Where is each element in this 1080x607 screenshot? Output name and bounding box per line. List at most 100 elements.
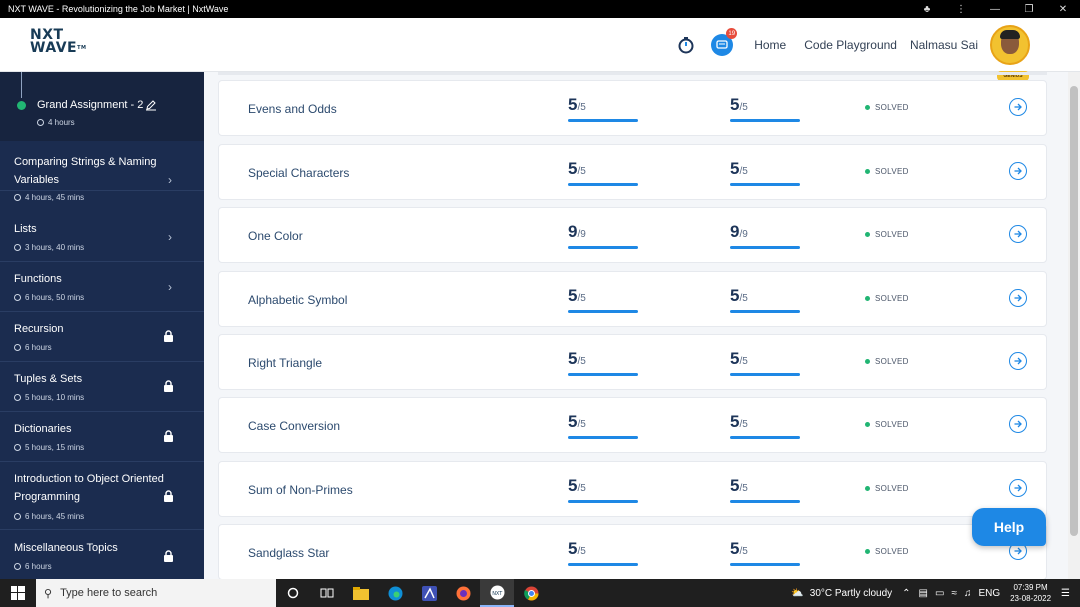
logo-tm: TM	[77, 45, 87, 51]
network-icon[interactable]: ▤	[919, 588, 928, 599]
battery-icon[interactable]: ▭	[935, 588, 944, 599]
question-card[interactable]: Evens and Odds 5/5 5/5 SOLVED	[218, 80, 1047, 136]
chevron-up-icon[interactable]: ⌃	[902, 588, 910, 599]
language-indicator[interactable]: ENG	[978, 588, 1000, 599]
sidebar-item-label: Tuples & Sets	[14, 373, 83, 385]
firefox-icon[interactable]	[446, 579, 480, 607]
user-name[interactable]: Nalmasu Sai	[910, 38, 978, 52]
minimize-icon[interactable]: —	[978, 4, 1012, 15]
best-score-max: /5	[739, 483, 748, 494]
status-text: SOLVED	[875, 230, 909, 239]
score-progress-bar	[568, 183, 638, 186]
sidebar-item-label: Miscellaneous Topics	[14, 542, 118, 554]
avatar[interactable]	[990, 25, 1030, 65]
question-title[interactable]: Right Triangle	[248, 356, 322, 370]
sidebar-item-tuples-sets[interactable]: Tuples & Sets 5 hours, 10 mins	[0, 362, 204, 412]
sidebar-item-intro-oop[interactable]: Introduction to Object Oriented Programm…	[0, 462, 204, 530]
sidebar-item-comparing-strings[interactable]: Comparing Strings & Naming Variables › 4…	[0, 141, 204, 202]
page-scrollbar[interactable]	[1068, 72, 1080, 579]
notifications-icon[interactable]: ☰	[1061, 588, 1070, 599]
sidebar-item-duration: 5 hours, 10 mins	[25, 393, 85, 402]
best-score-display: 5/5	[730, 476, 800, 503]
sidebar-item-grand-assignment-2[interactable]: Grand Assignment - 2 4 hours	[0, 72, 204, 141]
question-card[interactable]: Sandglass Star 5/5 5/5 SOLVED	[218, 524, 1047, 579]
file-explorer-icon[interactable]	[344, 579, 378, 607]
question-card[interactable]: Alphabetic Symbol 5/5 5/5 SOLVED	[218, 271, 1047, 327]
sidebar-item-functions[interactable]: Functions › 6 hours, 50 mins	[0, 262, 204, 312]
status-badge: SOLVED	[865, 167, 909, 176]
open-question-arrow-icon[interactable]	[1009, 352, 1027, 370]
wifi-icon[interactable]: ≈	[951, 588, 957, 599]
windows-start-icon[interactable]	[0, 579, 36, 607]
discussion-icon[interactable]: 19	[709, 28, 738, 58]
lock-icon	[163, 329, 174, 347]
extensions-icon[interactable]: ♣	[910, 4, 944, 15]
chrome-icon[interactable]	[514, 579, 548, 607]
help-button[interactable]: Help	[972, 508, 1046, 546]
open-question-arrow-icon[interactable]	[1009, 98, 1027, 116]
open-question-arrow-icon[interactable]	[1009, 479, 1027, 497]
status-text: SOLVED	[875, 167, 909, 176]
sidebar-item-recursion[interactable]: Recursion 6 hours	[0, 312, 204, 362]
solved-dot-icon	[865, 359, 870, 364]
sidebar-item-label: Introduction to Object Oriented Programm…	[14, 473, 164, 503]
status-badge: SOLVED	[865, 484, 909, 493]
svg-text:NXT: NXT	[492, 591, 503, 597]
question-title[interactable]: Alphabetic Symbol	[248, 293, 347, 307]
question-title[interactable]: Sandglass Star	[248, 546, 329, 560]
editor-app-icon[interactable]	[412, 579, 446, 607]
edge-icon[interactable]	[378, 579, 412, 607]
weather-widget[interactable]: ⛅ 30°C Partly cloudy	[791, 588, 892, 599]
best-score-max: /5	[739, 102, 748, 113]
close-icon[interactable]: ✕	[1046, 4, 1080, 15]
score-progress-bar	[568, 436, 638, 439]
question-title[interactable]: Evens and Odds	[248, 102, 337, 116]
taskbar-search-input[interactable]: ⚲ Type here to search	[36, 579, 276, 607]
score-progress-bar	[568, 373, 638, 376]
task-view-icon[interactable]	[310, 579, 344, 607]
score-max: /5	[577, 546, 586, 557]
best-score-display: 5/5	[730, 539, 800, 566]
nav-home[interactable]: Home	[754, 38, 786, 52]
edit-icon[interactable]	[145, 98, 157, 116]
cortana-icon[interactable]	[276, 579, 310, 607]
weather-text: 30°C Partly cloudy	[809, 587, 893, 599]
question-title[interactable]: Case Conversion	[248, 419, 340, 433]
open-question-arrow-icon[interactable]	[1009, 289, 1027, 307]
nav-code-playground[interactable]: Code Playground	[804, 38, 897, 52]
nxtwave-logo[interactable]: NXT WAVETM	[30, 28, 90, 59]
stopwatch-icon[interactable]	[673, 32, 699, 58]
question-card[interactable]: Sum of Non-Primes 5/5 5/5 SOLVED	[218, 461, 1047, 517]
question-list: Evens and Odds 5/5 5/5 SOLVED Special Charac…	[204, 72, 1068, 579]
score-max: /5	[577, 293, 586, 304]
best-score-max: /5	[739, 166, 748, 177]
open-question-arrow-icon[interactable]	[1009, 415, 1027, 433]
question-title[interactable]: Special Characters	[248, 166, 349, 180]
best-score-progress-bar	[730, 183, 800, 186]
nxtwave-app-icon[interactable]: NXT	[480, 579, 514, 607]
solved-dot-icon	[865, 486, 870, 491]
volume-icon[interactable]: ♫	[964, 588, 972, 599]
browser-menu-icon[interactable]: ⋮	[944, 4, 978, 15]
app-header: NXT WAVETM 19 Home Code Playground Nalma…	[0, 18, 1080, 81]
sidebar-item-duration: 6 hours	[25, 343, 52, 352]
score-max: /5	[577, 102, 586, 113]
sidebar-item-duration: 6 hours, 50 mins	[25, 293, 85, 302]
sidebar-item-dictionaries[interactable]: Dictionaries 5 hours, 15 mins	[0, 412, 204, 462]
scrollbar-thumb[interactable]	[1070, 86, 1078, 536]
question-card[interactable]: Case Conversion 5/5 5/5 SOLVED	[218, 397, 1047, 453]
question-title[interactable]: Sum of Non-Primes	[248, 483, 353, 497]
sidebar-item-lists[interactable]: Lists › 3 hours, 40 mins	[0, 212, 204, 262]
sidebar-item-label: Recursion	[14, 323, 64, 335]
sidebar-item-duration: 3 hours, 40 mins	[25, 243, 85, 252]
taskbar-clock[interactable]: 07:39 PM 23-08-2022	[1010, 582, 1051, 604]
restore-icon[interactable]: ❐	[1012, 4, 1046, 15]
sidebar-item-misc-topics[interactable]: Miscellaneous Topics 6 hours	[0, 530, 204, 579]
open-question-arrow-icon[interactable]	[1009, 225, 1027, 243]
question-card[interactable]: One Color 9/9 9/9 SOLVED	[218, 207, 1047, 263]
question-card[interactable]: Special Characters 5/5 5/5 SOLVED	[218, 144, 1047, 200]
question-title[interactable]: One Color	[248, 229, 303, 243]
question-card[interactable]: Right Triangle 5/5 5/5 SOLVED	[218, 334, 1047, 390]
sidebar-item-duration: 6 hours	[25, 562, 52, 571]
open-question-arrow-icon[interactable]	[1009, 162, 1027, 180]
